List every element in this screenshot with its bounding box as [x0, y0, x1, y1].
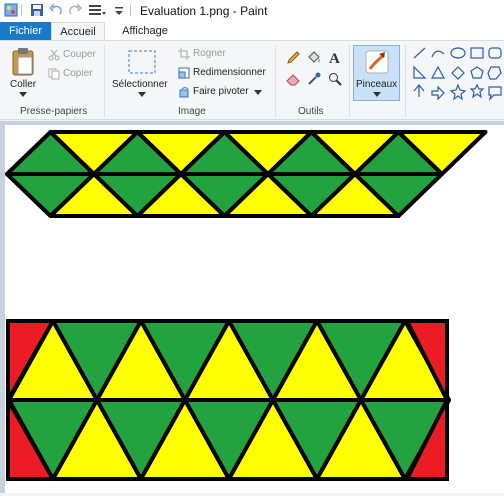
tessellation-drawing: [5, 130, 488, 481]
canvas-area: [0, 121, 504, 493]
undo-icon[interactable]: [49, 3, 63, 17]
brush-icon: [365, 50, 389, 74]
ribbon-tabs: Fichier Accueil Affichage: [0, 22, 504, 40]
crop-icon[interactable]: [178, 48, 190, 60]
crop-button[interactable]: Rogner: [193, 48, 226, 59]
customize-toolbar-icon[interactable]: [114, 3, 124, 17]
tab-affichage[interactable]: Affichage: [110, 22, 180, 40]
svg-text:A: A: [329, 51, 340, 66]
eraser-icon[interactable]: [286, 72, 300, 86]
group-label-presse-papiers: Presse-papiers: [20, 106, 88, 117]
clipboard-paste-icon[interactable]: [10, 47, 36, 77]
resize-icon[interactable]: [178, 67, 190, 79]
rotate-button[interactable]: Faire pivoter: [193, 86, 249, 97]
ribbon: Coller Couper Copier Presse-papiers Séle…: [0, 40, 504, 120]
group-separator: [405, 45, 406, 117]
resize-button[interactable]: Redimensionner: [193, 67, 266, 78]
brushes-button[interactable]: Pinceaux: [353, 45, 400, 101]
text-icon[interactable]: A: [328, 50, 342, 66]
redo-icon[interactable]: [68, 3, 82, 17]
color-picker-icon[interactable]: [307, 72, 321, 86]
quick-access-menu-icon[interactable]: [88, 3, 106, 17]
tab-accueil[interactable]: Accueil: [51, 22, 105, 40]
paste-dropdown-icon[interactable]: [19, 92, 27, 98]
copy-button[interactable]: Copier: [63, 68, 92, 79]
magnifier-icon[interactable]: [328, 72, 342, 86]
rotate-dropdown-icon[interactable]: [254, 90, 262, 96]
window-title: Evaluation 1.png - Paint: [140, 4, 268, 18]
tab-fichier[interactable]: Fichier: [0, 22, 51, 40]
fill-bucket-icon[interactable]: [307, 51, 321, 65]
group-label-outils: Outils: [298, 106, 324, 117]
titlebar-divider: |: [129, 2, 133, 16]
titlebar-divider: |: [20, 2, 24, 16]
paint-app-icon: [4, 3, 18, 17]
paste-button[interactable]: Coller: [10, 79, 36, 90]
brushes-label: Pinceaux: [356, 79, 398, 90]
brushes-dropdown-icon: [373, 92, 381, 97]
select-dropdown-icon[interactable]: [138, 92, 146, 98]
cut-icon[interactable]: [48, 49, 60, 61]
copy-icon[interactable]: [48, 68, 60, 80]
drawing-canvas[interactable]: [5, 125, 504, 493]
title-bar: | | Evaluation 1.png - Paint: [0, 0, 504, 23]
shapes-gallery[interactable]: [410, 45, 504, 103]
cut-button[interactable]: Couper: [63, 49, 96, 60]
rotate-icon[interactable]: [178, 86, 190, 98]
pencil-icon[interactable]: [286, 51, 300, 65]
group-separator: [275, 45, 276, 117]
save-icon[interactable]: [30, 3, 44, 17]
select-icon[interactable]: [127, 49, 157, 75]
select-button[interactable]: Sélectionner: [112, 79, 168, 90]
group-label-image: Image: [178, 106, 206, 117]
group-separator: [349, 45, 350, 117]
group-separator: [104, 45, 105, 117]
